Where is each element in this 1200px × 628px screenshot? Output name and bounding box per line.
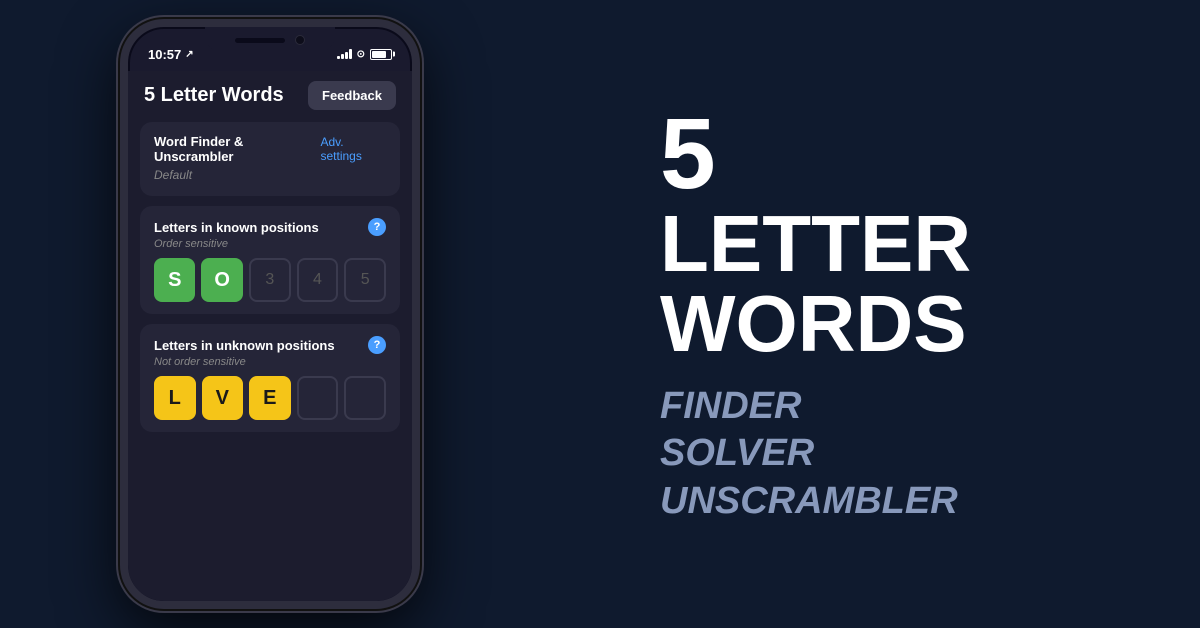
signal-bar-1 [337, 56, 340, 59]
tile-5[interactable]: 5 [344, 258, 386, 302]
unknown-positions-help-icon[interactable]: ? [368, 336, 386, 354]
notch-speaker [235, 38, 285, 43]
unknown-positions-title: Letters in unknown positions [154, 338, 335, 353]
unknown-positions-subtitle: Not order sensitive [154, 356, 386, 368]
word-finder-title: Word Finder & Unscrambler [154, 134, 321, 164]
headline-word2: WORDS [660, 284, 1120, 364]
notch-camera [295, 35, 305, 45]
text-section: 5 LETTER WORDS FINDER SOLVER UNSCRAMBLER [620, 104, 1120, 525]
unknown-tile-5[interactable] [344, 376, 386, 420]
headline-words: 5 LETTER WORDS [660, 104, 1120, 364]
app-content: 5 Letter Words Feedback Word Finder & Un… [128, 71, 412, 601]
adv-settings-link[interactable]: Adv. settings [321, 135, 387, 163]
sub-word-1: FINDER [660, 384, 1120, 430]
feedback-button[interactable]: Feedback [308, 81, 396, 110]
tile-4[interactable]: 4 [297, 258, 339, 302]
word-finder-header: Word Finder & Unscrambler Adv. settings [154, 134, 386, 164]
unknown-positions-header: Letters in unknown positions ? [154, 336, 386, 354]
headline-number: 5 [660, 104, 1120, 204]
signal-bar-4 [349, 49, 352, 59]
word-finder-subtitle: Default [154, 168, 192, 182]
unknown-tile-1[interactable]: L [154, 376, 196, 420]
status-icons: ⊙ [337, 49, 392, 60]
battery-icon [370, 49, 392, 60]
signal-bar-2 [341, 54, 344, 59]
known-positions-section: Letters in known positions ? Order sensi… [140, 206, 400, 314]
unknown-tile-2[interactable]: V [202, 376, 244, 420]
sub-word-2: SOLVER [660, 431, 1120, 477]
status-time: 10:57 ↗ [148, 47, 194, 62]
signal-bars-icon [337, 49, 352, 59]
unknown-positions-section: Letters in unknown positions ? Not order… [140, 324, 400, 432]
tile-2[interactable]: O [201, 258, 242, 302]
headline-word1: LETTER [660, 204, 1120, 284]
unknown-positions-tiles: L V E [154, 376, 386, 420]
unknown-tile-3[interactable]: E [249, 376, 291, 420]
unknown-tile-4[interactable] [297, 376, 339, 420]
known-positions-header: Letters in known positions ? [154, 218, 386, 236]
battery-fill [372, 51, 386, 58]
app-header: 5 Letter Words Feedback [128, 71, 412, 122]
app-title: 5 Letter Words [144, 84, 284, 107]
known-positions-help-icon[interactable]: ? [368, 218, 386, 236]
phone-notch [205, 27, 335, 53]
known-positions-tiles: S O 3 4 5 [154, 258, 386, 302]
time-display: 10:57 [148, 47, 181, 62]
known-positions-title: Letters in known positions [154, 220, 319, 235]
known-positions-subtitle: Order sensitive [154, 238, 386, 250]
sub-words: FINDER SOLVER UNSCRAMBLER [660, 384, 1120, 525]
location-icon: ↗ [185, 49, 193, 60]
sub-word-3: UNSCRAMBLER [660, 479, 1120, 525]
page-wrapper: 10:57 ↗ ⊙ [0, 0, 1200, 628]
phone-frame: 10:57 ↗ ⊙ [120, 19, 420, 609]
phone-section: 10:57 ↗ ⊙ [80, 19, 460, 609]
tile-1[interactable]: S [154, 258, 195, 302]
word-finder-card: Word Finder & Unscrambler Adv. settings … [140, 122, 400, 196]
signal-bar-3 [345, 52, 348, 59]
tile-3[interactable]: 3 [249, 258, 291, 302]
app-body: Word Finder & Unscrambler Adv. settings … [128, 122, 412, 601]
wifi-icon: ⊙ [357, 49, 365, 60]
